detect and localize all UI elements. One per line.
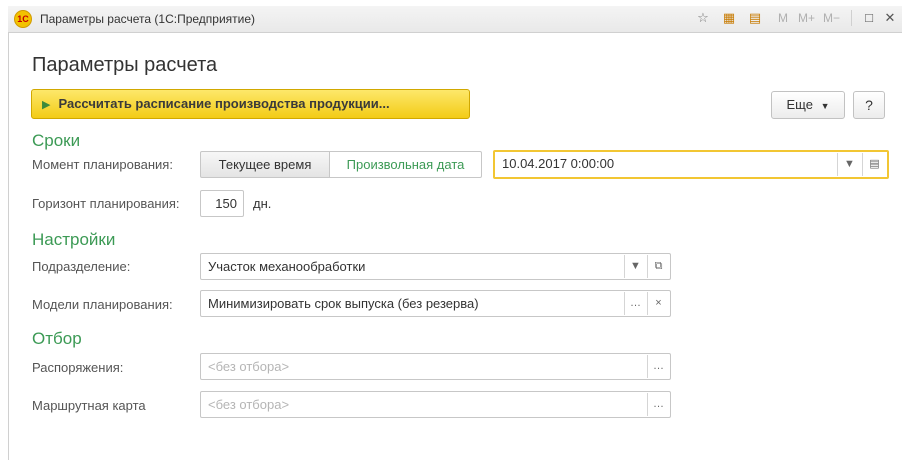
horizon-input[interactable]: 150 <box>200 190 244 217</box>
more-button-label: Еще <box>786 97 813 112</box>
horizon-unit: дн. <box>253 196 272 211</box>
models-value: Минимизировать срок выпуска (без резерва… <box>208 296 479 311</box>
toolbar-divider <box>851 10 852 26</box>
maximize-icon[interactable]: □ <box>860 9 878 27</box>
orders-placeholder: <без отбора> <box>208 359 290 374</box>
orders-field[interactable]: <без отбора> … <box>200 353 671 380</box>
department-value: Участок механообработки <box>208 259 366 274</box>
chevron-down-icon[interactable]: ▼ <box>624 255 646 278</box>
memory-button[interactable]: M <box>778 11 788 25</box>
date-value: 10.04.2017 0:00:00 <box>502 156 615 171</box>
calendar-picker-icon[interactable]: ▤ <box>862 153 886 176</box>
option-current-time[interactable]: Текущее время <box>200 151 330 178</box>
route-label: Маршрутная карта <box>32 398 146 413</box>
route-field[interactable]: <без отбора> … <box>200 391 671 418</box>
section-settings: Настройки <box>32 230 116 249</box>
moment-label: Момент планирования: <box>32 157 173 172</box>
option-custom-date[interactable]: Произвольная дата <box>329 151 482 178</box>
department-label: Подразделение: <box>32 259 131 274</box>
department-field[interactable]: Участок механообработки ▼ ⧉ <box>200 253 671 280</box>
calculate-schedule-button[interactable]: ▶ Рассчитать расписание производства прод… <box>31 89 470 119</box>
route-placeholder: <без отбора> <box>208 397 290 412</box>
orders-label: Распоряжения: <box>32 360 124 375</box>
select-ellipsis-icon[interactable]: … <box>624 292 646 315</box>
open-icon[interactable]: ⧉ <box>647 255 669 278</box>
calendar-icon[interactable]: ▤ <box>746 9 764 27</box>
memory-plus-button[interactable]: M+ <box>798 11 815 25</box>
app-logo-icon: 1C <box>14 10 32 28</box>
memory-minus-button[interactable]: M− <box>823 11 840 25</box>
clear-icon[interactable]: × <box>647 292 669 315</box>
close-icon[interactable]: ✕ <box>881 9 899 27</box>
more-button[interactable]: Еще ▼ <box>771 91 845 119</box>
chevron-down-icon[interactable]: ▼ <box>837 153 861 176</box>
select-ellipsis-icon[interactable]: … <box>647 393 669 416</box>
calculate-schedule-label: Рассчитать расписание производства проду… <box>58 96 390 111</box>
calculator-icon[interactable]: ▦ <box>720 9 738 27</box>
section-filter: Отбор <box>32 329 82 348</box>
section-terms: Сроки <box>32 131 81 150</box>
models-field[interactable]: Минимизировать срок выпуска (без резерва… <box>200 290 671 317</box>
select-ellipsis-icon[interactable]: … <box>647 355 669 378</box>
chevron-down-icon: ▼ <box>820 101 830 111</box>
date-field[interactable]: 10.04.2017 0:00:00 ▼ ▤ <box>493 150 889 179</box>
page-title: Параметры расчета <box>32 54 218 76</box>
window-title: Параметры расчета (1С:Предприятие) <box>40 12 256 26</box>
horizon-label: Горизонт планирования: <box>32 196 180 211</box>
models-label: Модели планирования: <box>32 297 173 312</box>
favorite-icon[interactable]: ☆ <box>694 9 712 27</box>
window-border <box>8 32 9 460</box>
play-icon: ▶ <box>42 99 51 111</box>
help-button[interactable]: ? <box>853 91 885 119</box>
